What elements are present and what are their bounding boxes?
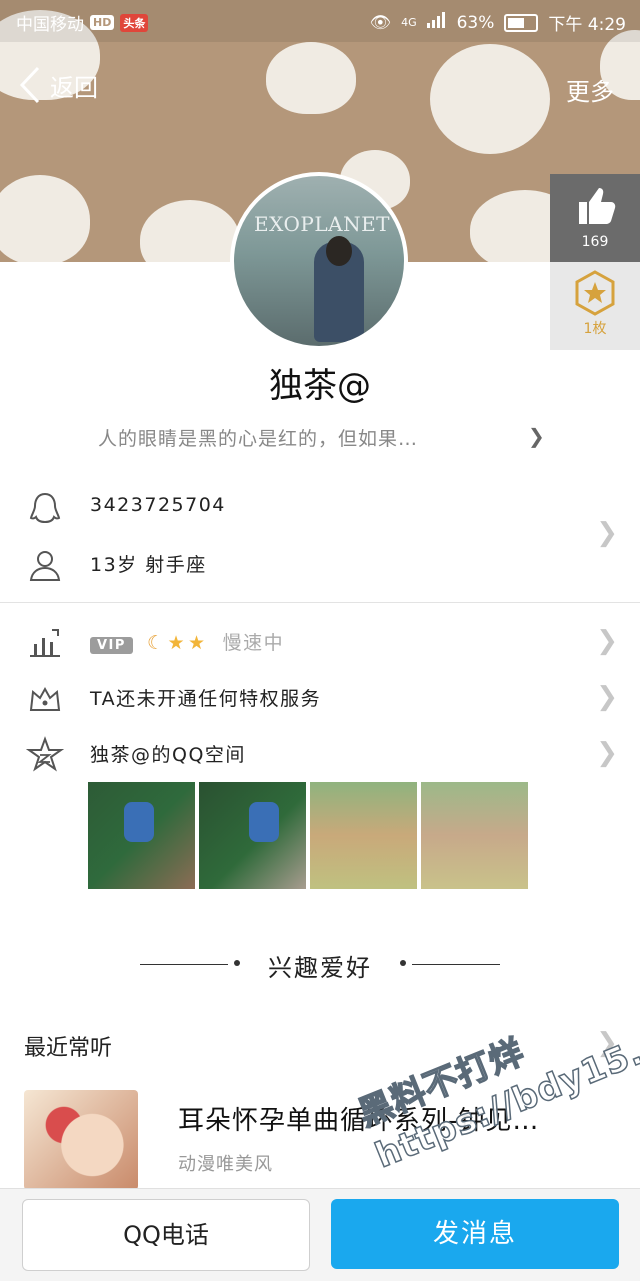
crown-icon xyxy=(29,686,61,711)
send-message-button[interactable]: 发消息 xyxy=(331,1199,619,1269)
star-badge-icon xyxy=(575,270,615,316)
vip-chevron-icon: ❯ xyxy=(596,626,618,656)
qzone-title: 独茶@的QQ空间 xyxy=(90,744,246,766)
bottom-action-bar: QQ电话 发消息 xyxy=(0,1188,640,1281)
badge-button[interactable]: 1枚 xyxy=(550,262,640,350)
decor-bun xyxy=(140,200,240,262)
back-button[interactable]: 返回 xyxy=(18,66,98,104)
age-zodiac: 13岁 射手座 xyxy=(90,554,207,576)
signature-chevron-icon: ❯ xyxy=(528,424,545,448)
qzone-photo[interactable] xyxy=(199,782,306,889)
vip-level-row[interactable]: VIP ☾ ★ ★ 慢速中 ❯ xyxy=(0,614,640,670)
hd-badge: HD xyxy=(90,15,115,30)
privilege-chevron-icon: ❯ xyxy=(596,682,618,712)
battery-icon xyxy=(504,13,539,32)
eye-icon: 👁 xyxy=(369,12,392,33)
vip-level-info: VIP ☾ ★ ★ 慢速中 xyxy=(90,628,284,655)
news-app-icon: 头条 xyxy=(120,13,149,32)
clock: 下午 4:29 xyxy=(548,15,626,35)
privilege-text: TA还未开通任何特权服务 xyxy=(90,688,322,710)
like-button[interactable]: 169 xyxy=(550,174,640,262)
qzone-star-icon xyxy=(26,736,64,772)
network-type: 4G xyxy=(401,16,417,29)
profile-nickname: 独茶@ xyxy=(269,366,371,406)
like-count: 169 xyxy=(581,234,609,250)
photo-subject xyxy=(249,802,279,842)
divider-dot xyxy=(400,960,406,966)
divider-dot xyxy=(234,960,240,966)
signal-icon xyxy=(426,12,447,33)
vip-badge: VIP xyxy=(90,637,133,654)
qzone-chevron-icon: ❯ xyxy=(596,738,618,768)
side-action-panel: 169 1枚 xyxy=(550,174,640,350)
badge-count: 1枚 xyxy=(583,321,607,337)
penguin-icon xyxy=(29,492,61,524)
qzone-photo[interactable] xyxy=(88,782,195,889)
qq-number: 3423725704 xyxy=(90,494,226,516)
qq-call-button[interactable]: QQ电话 xyxy=(22,1199,310,1271)
star-level-icon: ★ xyxy=(167,632,187,654)
divider-line xyxy=(412,964,500,965)
avatar-head xyxy=(326,236,352,266)
qzone-photo[interactable] xyxy=(421,782,528,889)
bear-face-decor xyxy=(430,44,550,154)
qq-number-row[interactable]: 3423725704 xyxy=(0,480,640,536)
decor-bun xyxy=(266,42,356,114)
song-subtitle: 动漫唯美风 xyxy=(178,1154,273,1175)
back-chevron-icon xyxy=(19,66,40,104)
level-chart-icon xyxy=(30,629,60,657)
photo-subject xyxy=(124,802,154,842)
star-level-icon: ★ xyxy=(188,632,207,654)
privilege-row[interactable]: TA还未开通任何特权服务 ❯ xyxy=(0,670,640,726)
profile-signature[interactable]: 人的眼睛是黑的心是红的，但如果… xyxy=(98,424,418,451)
avatar-caption: EXOPLANET xyxy=(254,212,391,236)
recent-music-title: 最近常听 xyxy=(24,1036,113,1061)
divider xyxy=(0,602,640,603)
profile-info-chevron-icon[interactable]: ❯ xyxy=(596,518,618,548)
avatar[interactable]: EXOPLANET xyxy=(230,172,408,350)
watermark-overlay: 黑料不打烊 https://bdy15.co xyxy=(350,966,640,1177)
more-button[interactable]: 更多 xyxy=(566,72,614,107)
person-icon xyxy=(29,551,61,581)
qzone-photo[interactable] xyxy=(310,782,417,889)
interests-section-header: 兴趣爱好 xyxy=(0,948,640,983)
thumbs-up-icon xyxy=(579,188,616,224)
music-cover-art[interactable] xyxy=(24,1090,138,1190)
qzone-row[interactable]: 独茶@的QQ空间 ❯ xyxy=(0,726,640,782)
interests-title: 兴趣爱好 xyxy=(268,954,372,982)
decor-bun xyxy=(0,175,90,262)
status-bar: 中国移动 HD 头条 👁 4G 63% 下午 4:29 xyxy=(0,0,640,42)
carrier-label: 中国移动 xyxy=(16,15,84,35)
back-label: 返回 xyxy=(50,73,98,102)
moon-level-icon: ☾ xyxy=(146,632,166,654)
age-sign-row[interactable]: 13岁 射手座 xyxy=(0,536,640,592)
divider-line xyxy=(140,964,228,965)
upgrade-speed-text: 慢速中 xyxy=(222,632,285,654)
battery-percent: 63% xyxy=(456,12,495,33)
qzone-photo-strip xyxy=(88,782,528,889)
